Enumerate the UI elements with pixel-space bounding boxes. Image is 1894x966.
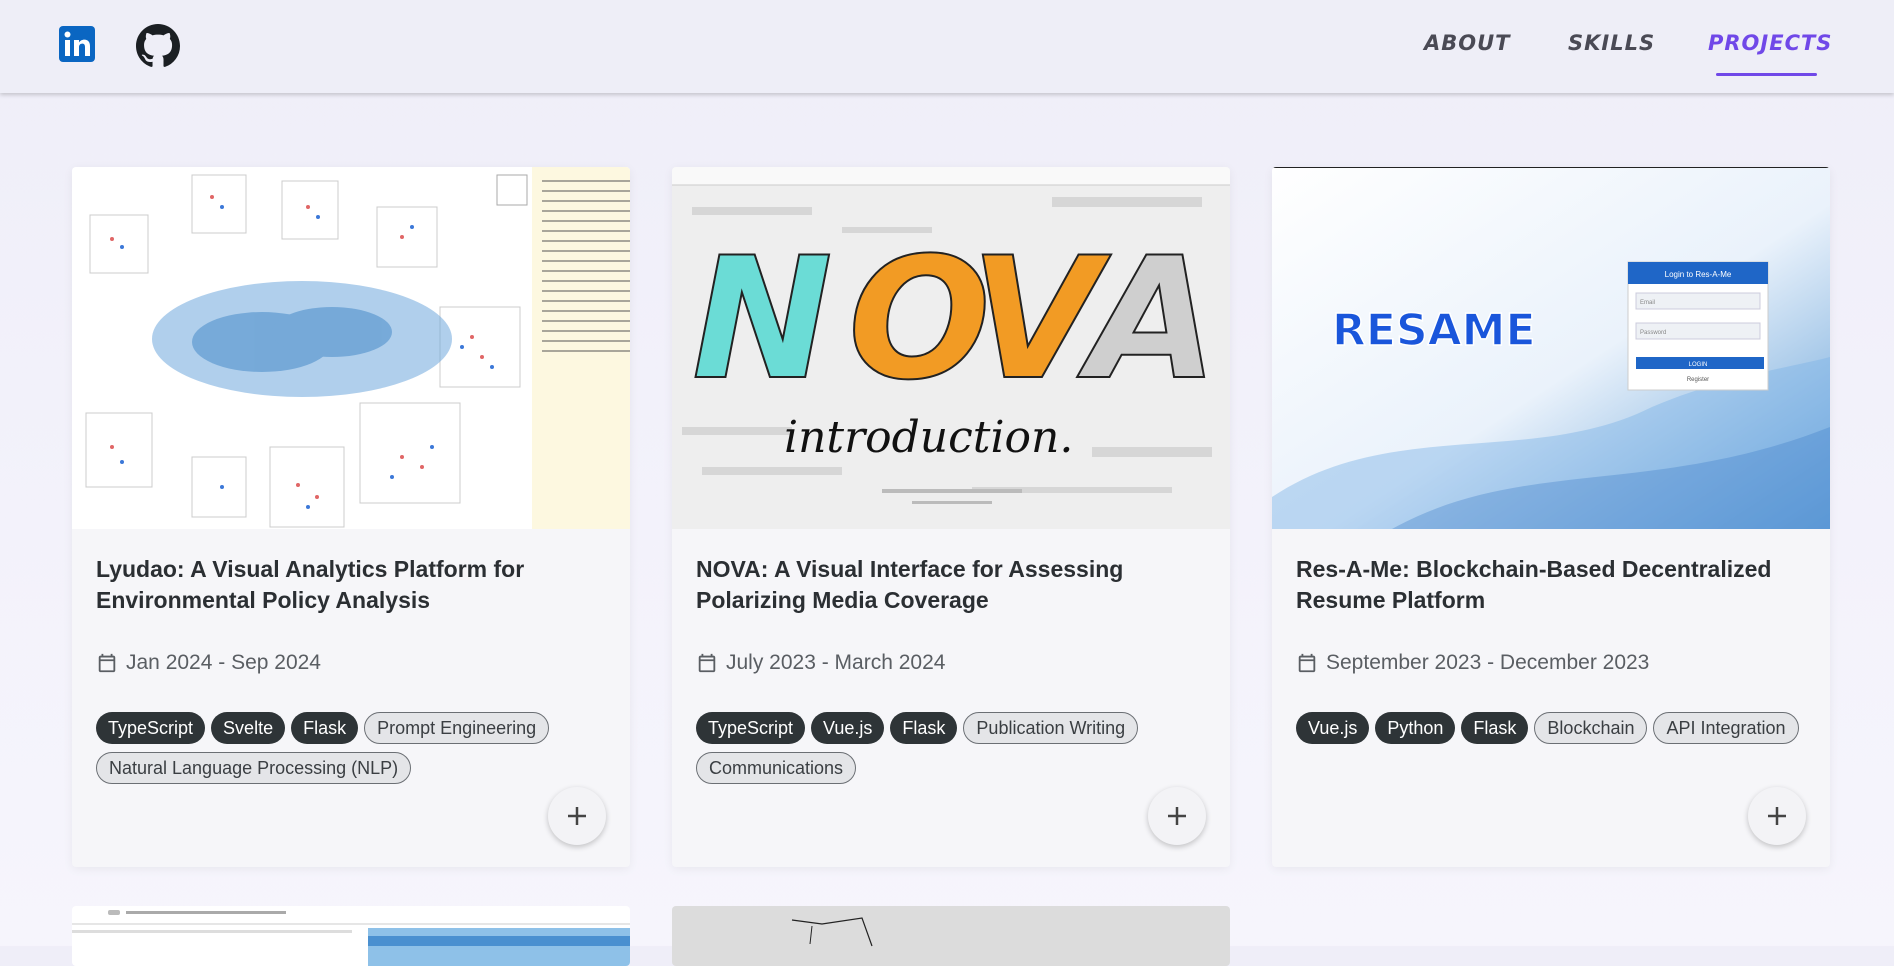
card-date-text: July 2023 - March 2024 [726,651,946,674]
tag: Vue.js [811,712,885,744]
project-card-lyudao[interactable]: Lyudao: A Visual Analytics Platform for … [72,167,630,867]
linkedin-icon[interactable] [59,26,95,62]
resame-logo: RESAME [1332,305,1536,356]
lyudao-visualization-screenshot [72,167,630,529]
tag: Prompt Engineering [364,712,550,744]
nova-logo-n: N [692,221,833,417]
nav-projects[interactable]: PROJECTS [1708,31,1832,55]
project-card-nova[interactable]: N O V A introduction. NOVA: A Visual Int… [672,167,1230,867]
email-field: Email [1640,300,1655,306]
card-title: NOVA: A Visual Interface for Assessing P… [696,556,1124,613]
tag: API Integration [1653,712,1799,744]
card-title: Lyudao: A Visual Analytics Platform for … [96,556,525,613]
tag: TypeScript [696,712,806,744]
plus-icon [1768,807,1786,825]
card-date: September 2023 - December 2023 [1296,651,1649,675]
register-link: Register [1687,377,1709,383]
login-button: LOGIN [1689,362,1708,368]
calendar-icon [698,653,716,673]
login-title: Login to Res-A-Me [1665,270,1732,279]
svg-text:A: A [1077,221,1218,417]
card-date-text: September 2023 - December 2023 [1326,651,1650,674]
nova-introduction-banner: N O V A introduction. [672,167,1230,529]
plus-icon [568,807,586,825]
project-card-partial[interactable] [672,906,1230,966]
tag: Publication Writing [963,712,1139,744]
nova-intro-text: introduction. [784,412,1073,463]
card-date: Jan 2024 - Sep 2024 [96,651,321,675]
calendar-icon [1298,653,1316,673]
calendar-icon [98,653,116,673]
tag: Flask [890,712,958,744]
top-navbar: ABOUT SKILLS PROJECTS [0,0,1894,93]
nav-skills[interactable]: SKILLS [1568,31,1655,55]
card-date: July 2023 - March 2024 [696,651,945,675]
nav-about[interactable]: ABOUT [1424,31,1511,55]
card-title: Res-A-Me: Blockchain-Based Decentralized… [1296,556,1772,613]
expand-button[interactable] [1748,787,1806,845]
tag: Vue.js [1296,712,1370,744]
github-icon[interactable] [136,24,180,68]
password-field: Password [1640,330,1666,336]
tag: Natural Language Processing (NLP) [96,752,412,784]
project-card-partial[interactable] [72,906,630,966]
tag-list: TypeScript Vue.js Flask Publication Writ… [696,712,1216,784]
tag: Svelte [211,712,286,744]
expand-button[interactable] [548,787,606,845]
active-nav-underline [1716,73,1817,76]
tag: Flask [291,712,359,744]
tag: Flask [1461,712,1529,744]
tag: Python [1375,712,1456,744]
tag: Blockchain [1534,712,1648,744]
card-date-text: Jan 2024 - Sep 2024 [126,651,321,674]
tag: Communications [696,752,857,784]
resame-login-screenshot: RESAME Login to Res-A-Me Email Password … [1272,167,1830,529]
plus-icon [1168,807,1186,825]
project-card-resame[interactable]: RESAME Login to Res-A-Me Email Password … [1272,167,1830,867]
expand-button[interactable] [1148,787,1206,845]
tag: TypeScript [96,712,206,744]
tag-list: Vue.js Python Flask Blockchain API Integ… [1296,712,1816,744]
tag-list: TypeScript Svelte Flask Prompt Engineeri… [96,712,616,784]
